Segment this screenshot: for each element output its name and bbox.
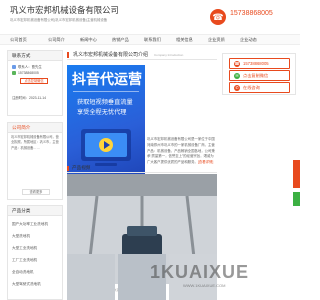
chat-icon: ✆ <box>234 85 240 91</box>
section-accent-bar <box>67 166 69 171</box>
hot-product-thumbnail[interactable] <box>67 254 115 300</box>
category-item[interactable]: 国产大功率工业洗地机 <box>12 222 48 227</box>
nav-item-dynamics[interactable]: 企业动态 <box>240 37 257 43</box>
contact-phone-row: 15738868005 <box>12 71 39 76</box>
video-section-title: 产品视频 <box>72 165 91 170</box>
company-intro-title: 巩义市宏邦机械设备有限公司介绍 <box>73 52 149 58</box>
register-label: 注册时间： <box>12 96 29 100</box>
nav-item-info[interactable]: 相关信息 <box>176 37 193 43</box>
site-header: 巩义市宏邦机械设备有限公司 巩义市宏邦机械设备有限公司(巩义市宏邦机械设备)主营… <box>0 0 300 34</box>
contact-panel: 联系方式 联系人：曹先生 15738868005 点击复制微信 注册时间：202… <box>7 50 63 116</box>
ad-divider <box>73 91 139 92</box>
right-contact-box: ☎ 15738868005 ✉ 点击复制微信 ✆ 在线咨询 <box>222 53 296 95</box>
view-more-button[interactable]: 查看更多 <box>22 189 50 195</box>
category-item[interactable]: 大型驾驶式洗地机 <box>12 282 41 287</box>
company-intro-text: 巩义市宏邦机械设备有限公司是一家位于中国河南郑州市巩义市的一家机械设备厂商，主营… <box>147 137 215 166</box>
category-item[interactable]: 全自动洗地机 <box>12 270 34 275</box>
site-slogan: 巩义市宏邦机械设备有限公司(巩义市宏邦机械设备)主营机械设备 <box>10 18 108 22</box>
nav-item-contact[interactable]: 联系我们 <box>144 37 161 43</box>
phone-icon: ☎ <box>234 61 240 67</box>
main-nav: 公司首页 公司简介 新闻中心 热销产品 联系我们 相关信息 企业资质 企业动态 <box>0 34 300 45</box>
nav-item-home[interactable]: 公司首页 <box>10 37 27 43</box>
category-item[interactable]: 工厂工业洗地机 <box>12 258 37 263</box>
floating-wechat-tab[interactable] <box>293 192 300 206</box>
category-panel: 产品分类 国产大功率工业洗地机 大型洗地机 大型工业洗地机 工厂工业洗地机 全自… <box>7 205 63 300</box>
right-phone-button[interactable]: ☎ 15738868005 <box>229 58 290 69</box>
ad-illustration <box>81 129 131 166</box>
company-intro-header: 巩义市宏邦机械设备有限公司介绍 Company Introduction <box>67 50 217 60</box>
contact-person-label: 联系人： <box>18 65 32 69</box>
nav-item-qualification[interactable]: 企业资质 <box>208 37 225 43</box>
contact-panel-title: 联系方式 <box>8 51 62 61</box>
right-wechat-button[interactable]: ✉ 点击复制微信 <box>229 70 290 81</box>
ad-headline: 抖音代运营 <box>72 71 142 87</box>
floating-contact-tab[interactable] <box>293 160 300 188</box>
right-online-button[interactable]: ✆ 在线咨询 <box>229 82 290 93</box>
video-section-header: 产品视频 <box>67 164 217 173</box>
header-phone-number[interactable]: 15738868005 <box>230 10 273 17</box>
nav-item-products[interactable]: 热销产品 <box>112 37 129 43</box>
user-icon <box>12 65 16 70</box>
section-accent-bar <box>67 52 69 58</box>
register-date: 2023-11-14 <box>28 96 47 100</box>
intro-panel-title: 公司简介 <box>8 123 62 133</box>
intro-panel-text: 巩义市宏邦机械设备有限公司，营业执照，所属地区：巩义市，主营产品：机械设备…… <box>11 135 59 150</box>
right-phone-label: 15738868005 <box>243 61 269 66</box>
watermark-logo: 1KUAIXUE <box>150 262 250 282</box>
mobile-icon <box>12 71 16 76</box>
company-intro-subtitle: Company Introduction <box>154 52 184 57</box>
contact-phone[interactable]: 15738868005 <box>18 71 39 75</box>
wechat-icon: ✉ <box>234 73 240 79</box>
category-item[interactable]: 大型洗地机 <box>12 234 30 239</box>
category-item[interactable]: 大型工业洗地机 <box>12 246 37 251</box>
copy-wechat-button[interactable]: 点击复制微信 <box>20 78 48 84</box>
ad-line-2: 享受全程无忧代理 <box>77 109 127 116</box>
nav-item-news[interactable]: 新闻中心 <box>80 37 97 43</box>
intro-panel: 公司简介 巩义市宏邦机械设备有限公司，营业执照，所属地区：巩义市，主营产品：机械… <box>7 122 63 200</box>
company-name[interactable]: 巩义市宏邦机械设备有限公司 <box>10 4 119 16</box>
watermark-url: WWW.1KUAIXUE.COM <box>183 283 226 288</box>
ad-line-1: 获取短视频垂直流量 <box>77 99 133 106</box>
right-wechat-label: 点击复制微信 <box>243 73 269 78</box>
contact-person-row: 联系人：曹先生 <box>12 64 42 70</box>
phone-icon: ☎ <box>210 9 226 25</box>
category-panel-title: 产品分类 <box>8 206 62 216</box>
register-date-row: 注册时间：2023-11-14 <box>12 95 46 100</box>
right-online-label: 在线咨询 <box>243 85 260 90</box>
contact-person: 曹先生 <box>31 65 42 69</box>
nav-item-about[interactable]: 公司简介 <box>48 37 65 43</box>
